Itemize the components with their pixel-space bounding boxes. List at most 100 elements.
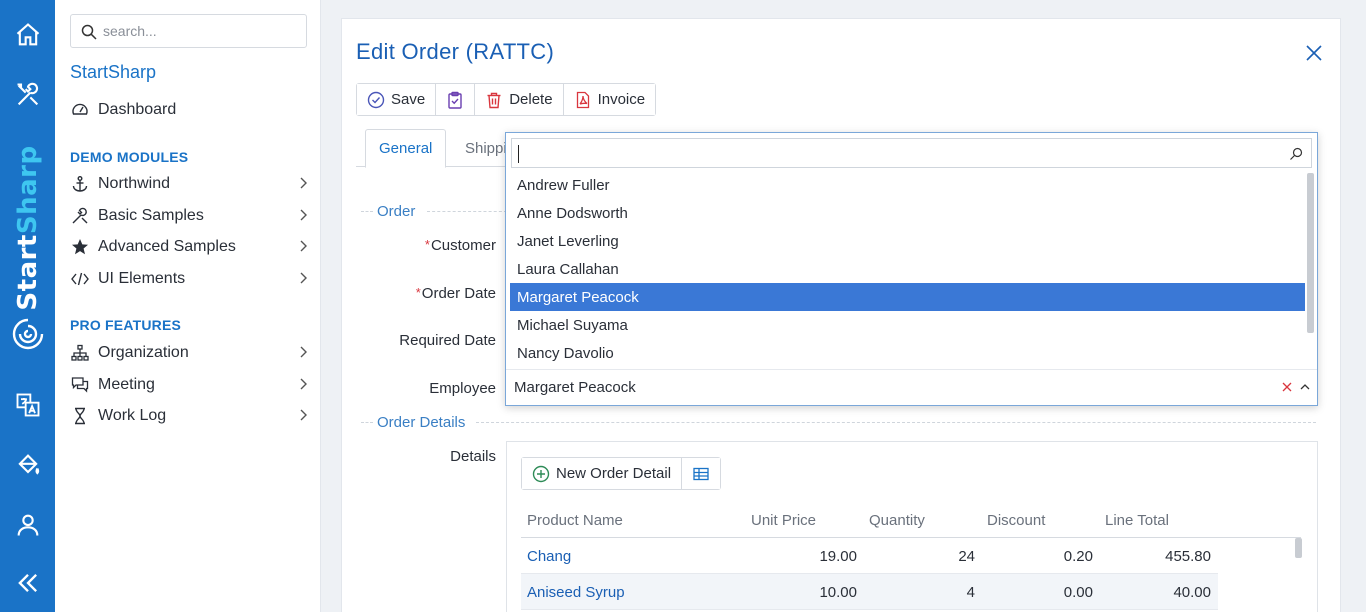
chevron-right-icon (300, 272, 307, 284)
table-row: Chang 19.00 24 0.20 455.80 (521, 538, 1218, 574)
trash-icon (487, 92, 501, 108)
grid-toolbar: New Order Detail (521, 457, 722, 490)
clipboard-check-icon (448, 91, 462, 109)
sidebar: StartSharp Dashboard DEMO MODULES Northw… (55, 0, 321, 612)
dropdown-option[interactable]: Anne Dodsworth (510, 199, 1305, 227)
grid-header: Product Name Unit Price Quantity Discoun… (521, 502, 1301, 538)
sidebar-brand[interactable]: StartSharp (70, 62, 156, 83)
sidebar-item-dashboard[interactable]: Dashboard (70, 97, 310, 123)
search-icon (1290, 147, 1303, 160)
chevron-right-icon (300, 346, 307, 358)
pdf-file-icon (576, 91, 589, 108)
star-icon (70, 237, 90, 257)
sidebar-item-work-log[interactable]: Work Log (70, 403, 310, 429)
icon-rail: StartSharp (0, 0, 55, 612)
sidebar-item-northwind[interactable]: Northwind (70, 171, 310, 197)
chevron-up-icon[interactable] (1299, 381, 1311, 393)
chevron-right-icon (300, 240, 307, 252)
legend-divider (427, 211, 507, 212)
details-label: Details (450, 448, 496, 465)
column-header[interactable]: Discount (987, 512, 1045, 529)
employee-value: Margaret Peacock (514, 379, 636, 396)
plus-circle-icon (532, 465, 550, 482)
column-header[interactable]: Line Total (1105, 512, 1169, 529)
column-header[interactable]: Unit Price (751, 512, 816, 529)
clear-icon[interactable] (1281, 381, 1293, 393)
dialog-title: Edit Order (RATTC) (356, 39, 555, 64)
legend-divider (361, 422, 373, 423)
customer-label: *Customer (424, 237, 496, 254)
legend-divider (361, 211, 373, 212)
section-pro-features: PRO FEATURES (70, 317, 182, 333)
chevron-right-icon (300, 177, 307, 189)
quantity-cell: 24 (958, 548, 975, 565)
table-icon (693, 467, 709, 480)
column-picker-button[interactable] (682, 458, 721, 489)
column-header[interactable]: Quantity (869, 512, 925, 529)
edit-order-dialog: Edit Order (RATTC) Save Delete Invoice G… (341, 18, 1341, 612)
sidebar-item-basic-samples[interactable]: Basic Samples (70, 203, 310, 229)
discount-cell: 0.20 (1063, 548, 1093, 565)
code-icon (70, 269, 90, 289)
tab-general[interactable]: General (365, 129, 447, 168)
invoice-button[interactable]: Invoice (563, 84, 656, 115)
dropdown-scrollbar[interactable] (1307, 173, 1314, 333)
check-circle-icon (367, 91, 385, 108)
employee-select[interactable]: Margaret Peacock (506, 369, 1317, 405)
home-icon[interactable] (11, 18, 44, 51)
column-header[interactable]: Product Name (527, 512, 623, 529)
dropdown-search-input[interactable] (511, 138, 1312, 168)
tools-small-icon (70, 206, 90, 226)
apply-changes-button[interactable] (436, 84, 476, 115)
text-caret (518, 145, 519, 163)
sidebar-item-organization[interactable]: Organization (70, 340, 310, 366)
grid-scrollbar[interactable] (1295, 538, 1302, 558)
table-row: Aniseed Syrup 10.00 4 0.00 40.00 (521, 574, 1218, 610)
discount-cell: 0.00 (1063, 584, 1093, 601)
employee-label: Employee (429, 380, 496, 397)
anchor-icon (70, 174, 90, 194)
app-root: StartSharp StartSharp Dashboard DEMO MOD… (0, 0, 1366, 612)
gauge-icon (70, 100, 90, 120)
collapse-icon[interactable] (11, 566, 44, 599)
dropdown-option[interactable]: Andrew Fuller (510, 171, 1305, 199)
paint-bucket-icon[interactable] (11, 448, 44, 481)
close-icon[interactable] (1304, 43, 1324, 63)
user-icon[interactable] (11, 508, 44, 541)
dropdown-option[interactable]: Michael Suyama (510, 311, 1305, 339)
employee-dropdown: Andrew Fuller Anne Dodsworth Janet Lever… (505, 132, 1318, 406)
dropdown-option[interactable]: Janet Leverling (510, 227, 1305, 255)
quantity-cell: 4 (966, 584, 975, 601)
sidebar-item-meeting[interactable]: Meeting (70, 372, 310, 398)
chevron-right-icon (300, 209, 307, 221)
tools-icon[interactable] (11, 78, 44, 111)
product-link[interactable]: Chang (527, 548, 571, 565)
dialog-toolbar: Save Delete Invoice (356, 83, 657, 116)
delete-button[interactable]: Delete (475, 84, 564, 115)
product-link[interactable]: Aniseed Syrup (527, 584, 625, 601)
search-icon (81, 24, 97, 40)
line-total-cell: 40.00 (1173, 584, 1211, 601)
search-input[interactable] (103, 21, 298, 41)
sidebar-search[interactable] (70, 14, 307, 48)
save-button[interactable]: Save (357, 84, 437, 115)
dropdown-option[interactable]: Nancy Davolio (510, 339, 1305, 367)
unit-price-cell: 19.00 (819, 548, 857, 565)
dropdown-options: Andrew Fuller Anne Dodsworth Janet Lever… (510, 171, 1305, 367)
unit-price-cell: 10.00 (819, 584, 857, 601)
chevron-right-icon (300, 409, 307, 421)
sidebar-item-ui-elements[interactable]: UI Elements (70, 266, 310, 292)
order-date-label: *Order Date (415, 285, 496, 302)
order-details-grid: New Order Detail Product Name Unit Price… (506, 441, 1318, 612)
required-date-label: Required Date (399, 332, 496, 349)
dropdown-option-selected[interactable]: Margaret Peacock (510, 283, 1305, 311)
translate-icon[interactable] (11, 388, 44, 421)
sidebar-item-advanced-samples[interactable]: Advanced Samples (70, 234, 310, 260)
section-demo-modules: DEMO MODULES (70, 149, 189, 165)
chevron-right-icon (300, 378, 307, 390)
legend-divider (476, 422, 1316, 423)
brand-logo-icon (10, 316, 46, 352)
new-order-detail-button[interactable]: New Order Detail (522, 458, 683, 489)
dropdown-option[interactable]: Laura Callahan (510, 255, 1305, 283)
line-total-cell: 455.80 (1165, 548, 1211, 565)
